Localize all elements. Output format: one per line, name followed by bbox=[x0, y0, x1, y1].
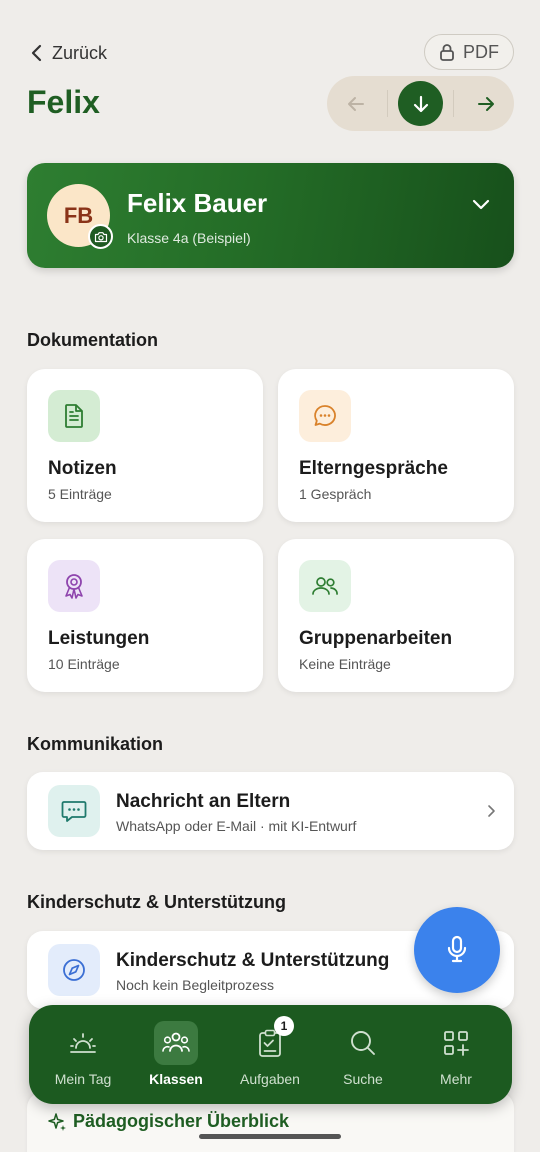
back-label: Zurück bbox=[52, 42, 108, 63]
avatar-initials: FB bbox=[63, 202, 94, 228]
arrow-right-icon bbox=[478, 96, 494, 111]
notification-badge: 1 bbox=[274, 1016, 294, 1036]
nav-icon-wrap bbox=[341, 1021, 385, 1065]
people-icon bbox=[162, 1032, 190, 1052]
previous-student-button[interactable] bbox=[327, 76, 385, 131]
tile-title: Notizen bbox=[48, 458, 117, 479]
chevron-right-icon bbox=[488, 805, 495, 817]
microphone-icon bbox=[447, 935, 467, 963]
tile-subtitle: Keine Einträge bbox=[299, 656, 391, 672]
compass-icon bbox=[63, 959, 85, 981]
voice-input-button[interactable] bbox=[414, 907, 500, 993]
tile-title: Gruppenarbeiten bbox=[299, 628, 453, 649]
nav-label: Aufgaben bbox=[240, 1071, 300, 1087]
nav-item-suche[interactable]: Suche bbox=[315, 1005, 411, 1104]
nav-label: Mein Tag bbox=[54, 1071, 112, 1087]
message-parents-card[interactable]: Nachricht an Eltern WhatsApp oder E-Mail… bbox=[27, 772, 514, 850]
sparkle-icon bbox=[48, 1112, 66, 1131]
chat-bubble-icon bbox=[314, 405, 336, 426]
card-icon-bg bbox=[48, 785, 100, 837]
sunrise-icon bbox=[70, 1033, 96, 1053]
tile-subtitle: 1 Gespräch bbox=[299, 486, 372, 502]
change-photo-button[interactable] bbox=[88, 224, 113, 249]
nav-icon-wrap bbox=[61, 1021, 105, 1065]
document-icon bbox=[65, 404, 83, 428]
card-icon-bg bbox=[48, 944, 100, 996]
chevron-down-icon[interactable] bbox=[470, 193, 492, 215]
next-student-button[interactable] bbox=[457, 76, 515, 131]
message-icon bbox=[61, 801, 87, 822]
tile-group-work[interactable]: Gruppenarbeiten Keine Einträge bbox=[278, 539, 514, 692]
back-button[interactable]: Zurück bbox=[30, 38, 107, 68]
tile-parent-talks[interactable]: Elterngespräche 1 Gespräch bbox=[278, 369, 514, 522]
student-navigation bbox=[327, 76, 514, 131]
tile-subtitle: 5 Einträge bbox=[48, 486, 112, 502]
lock-icon bbox=[440, 44, 454, 61]
card-subtitle: WhatsApp oder E-Mail · mit KI-Entwurf bbox=[116, 818, 357, 834]
nav-label: Mehr bbox=[440, 1071, 472, 1087]
search-icon bbox=[351, 1031, 375, 1055]
section-title-child-protection: Kinderschutz & Unterstützung bbox=[27, 892, 286, 912]
section-title-communication: Kommunikation bbox=[27, 734, 164, 754]
overview-label: Pädagogischer Überblick bbox=[47, 1111, 289, 1132]
student-profile-card[interactable]: FB Felix Bauer Klasse 4a (Beispiel) bbox=[27, 163, 514, 268]
pdf-label: PDF bbox=[463, 41, 499, 62]
nav-label: Suche bbox=[343, 1071, 383, 1087]
tile-subtitle: 10 Einträge bbox=[48, 656, 120, 672]
nav-item-aufgaben[interactable]: 1 Aufgaben bbox=[222, 1005, 318, 1104]
chevron-left-icon bbox=[31, 44, 42, 62]
tile-icon-bg bbox=[48, 390, 100, 442]
arrow-down-icon bbox=[413, 95, 428, 112]
student-name: Felix Bauer bbox=[127, 188, 268, 218]
overview-title: Pädagogischer Überblick bbox=[73, 1111, 290, 1131]
bottom-navigation: Mein Tag Klassen 1 Aufgaben Suche Mehr bbox=[29, 1005, 512, 1104]
grid-plus-icon bbox=[444, 1031, 469, 1056]
group-icon bbox=[312, 577, 338, 595]
tile-achievements[interactable]: Leistungen 10 Einträge bbox=[27, 539, 263, 692]
nav-item-mein-tag[interactable]: Mein Tag bbox=[35, 1005, 131, 1104]
nav-icon-wrap bbox=[154, 1021, 198, 1065]
tile-notes[interactable]: Notizen 5 Einträge bbox=[27, 369, 263, 522]
card-subtitle: Noch kein Begleitprozess bbox=[116, 977, 274, 993]
nav-divider bbox=[453, 90, 454, 117]
student-class: Klasse 4a (Beispiel) bbox=[127, 230, 251, 246]
home-indicator[interactable] bbox=[199, 1134, 341, 1139]
nav-item-klassen[interactable]: Klassen bbox=[128, 1005, 224, 1104]
tile-icon-bg bbox=[299, 390, 351, 442]
tile-title: Elterngespräche bbox=[299, 458, 448, 479]
page-title: Felix bbox=[27, 84, 100, 120]
tile-icon-bg bbox=[48, 560, 100, 612]
nav-item-mehr[interactable]: Mehr bbox=[408, 1005, 504, 1104]
card-title: Kinderschutz & Unterstützung bbox=[116, 950, 390, 971]
arrow-left-icon bbox=[348, 96, 364, 111]
camera-icon bbox=[94, 231, 107, 242]
award-icon bbox=[65, 574, 83, 599]
card-title: Nachricht an Eltern bbox=[116, 791, 291, 812]
tile-icon-bg bbox=[299, 560, 351, 612]
section-title-documentation: Dokumentation bbox=[27, 330, 159, 350]
nav-label: Klassen bbox=[149, 1071, 203, 1087]
tile-title: Leistungen bbox=[48, 628, 150, 649]
nav-icon-wrap bbox=[434, 1021, 478, 1065]
download-button[interactable] bbox=[398, 81, 443, 126]
nav-divider bbox=[387, 90, 388, 117]
pdf-button[interactable]: PDF bbox=[424, 34, 514, 70]
